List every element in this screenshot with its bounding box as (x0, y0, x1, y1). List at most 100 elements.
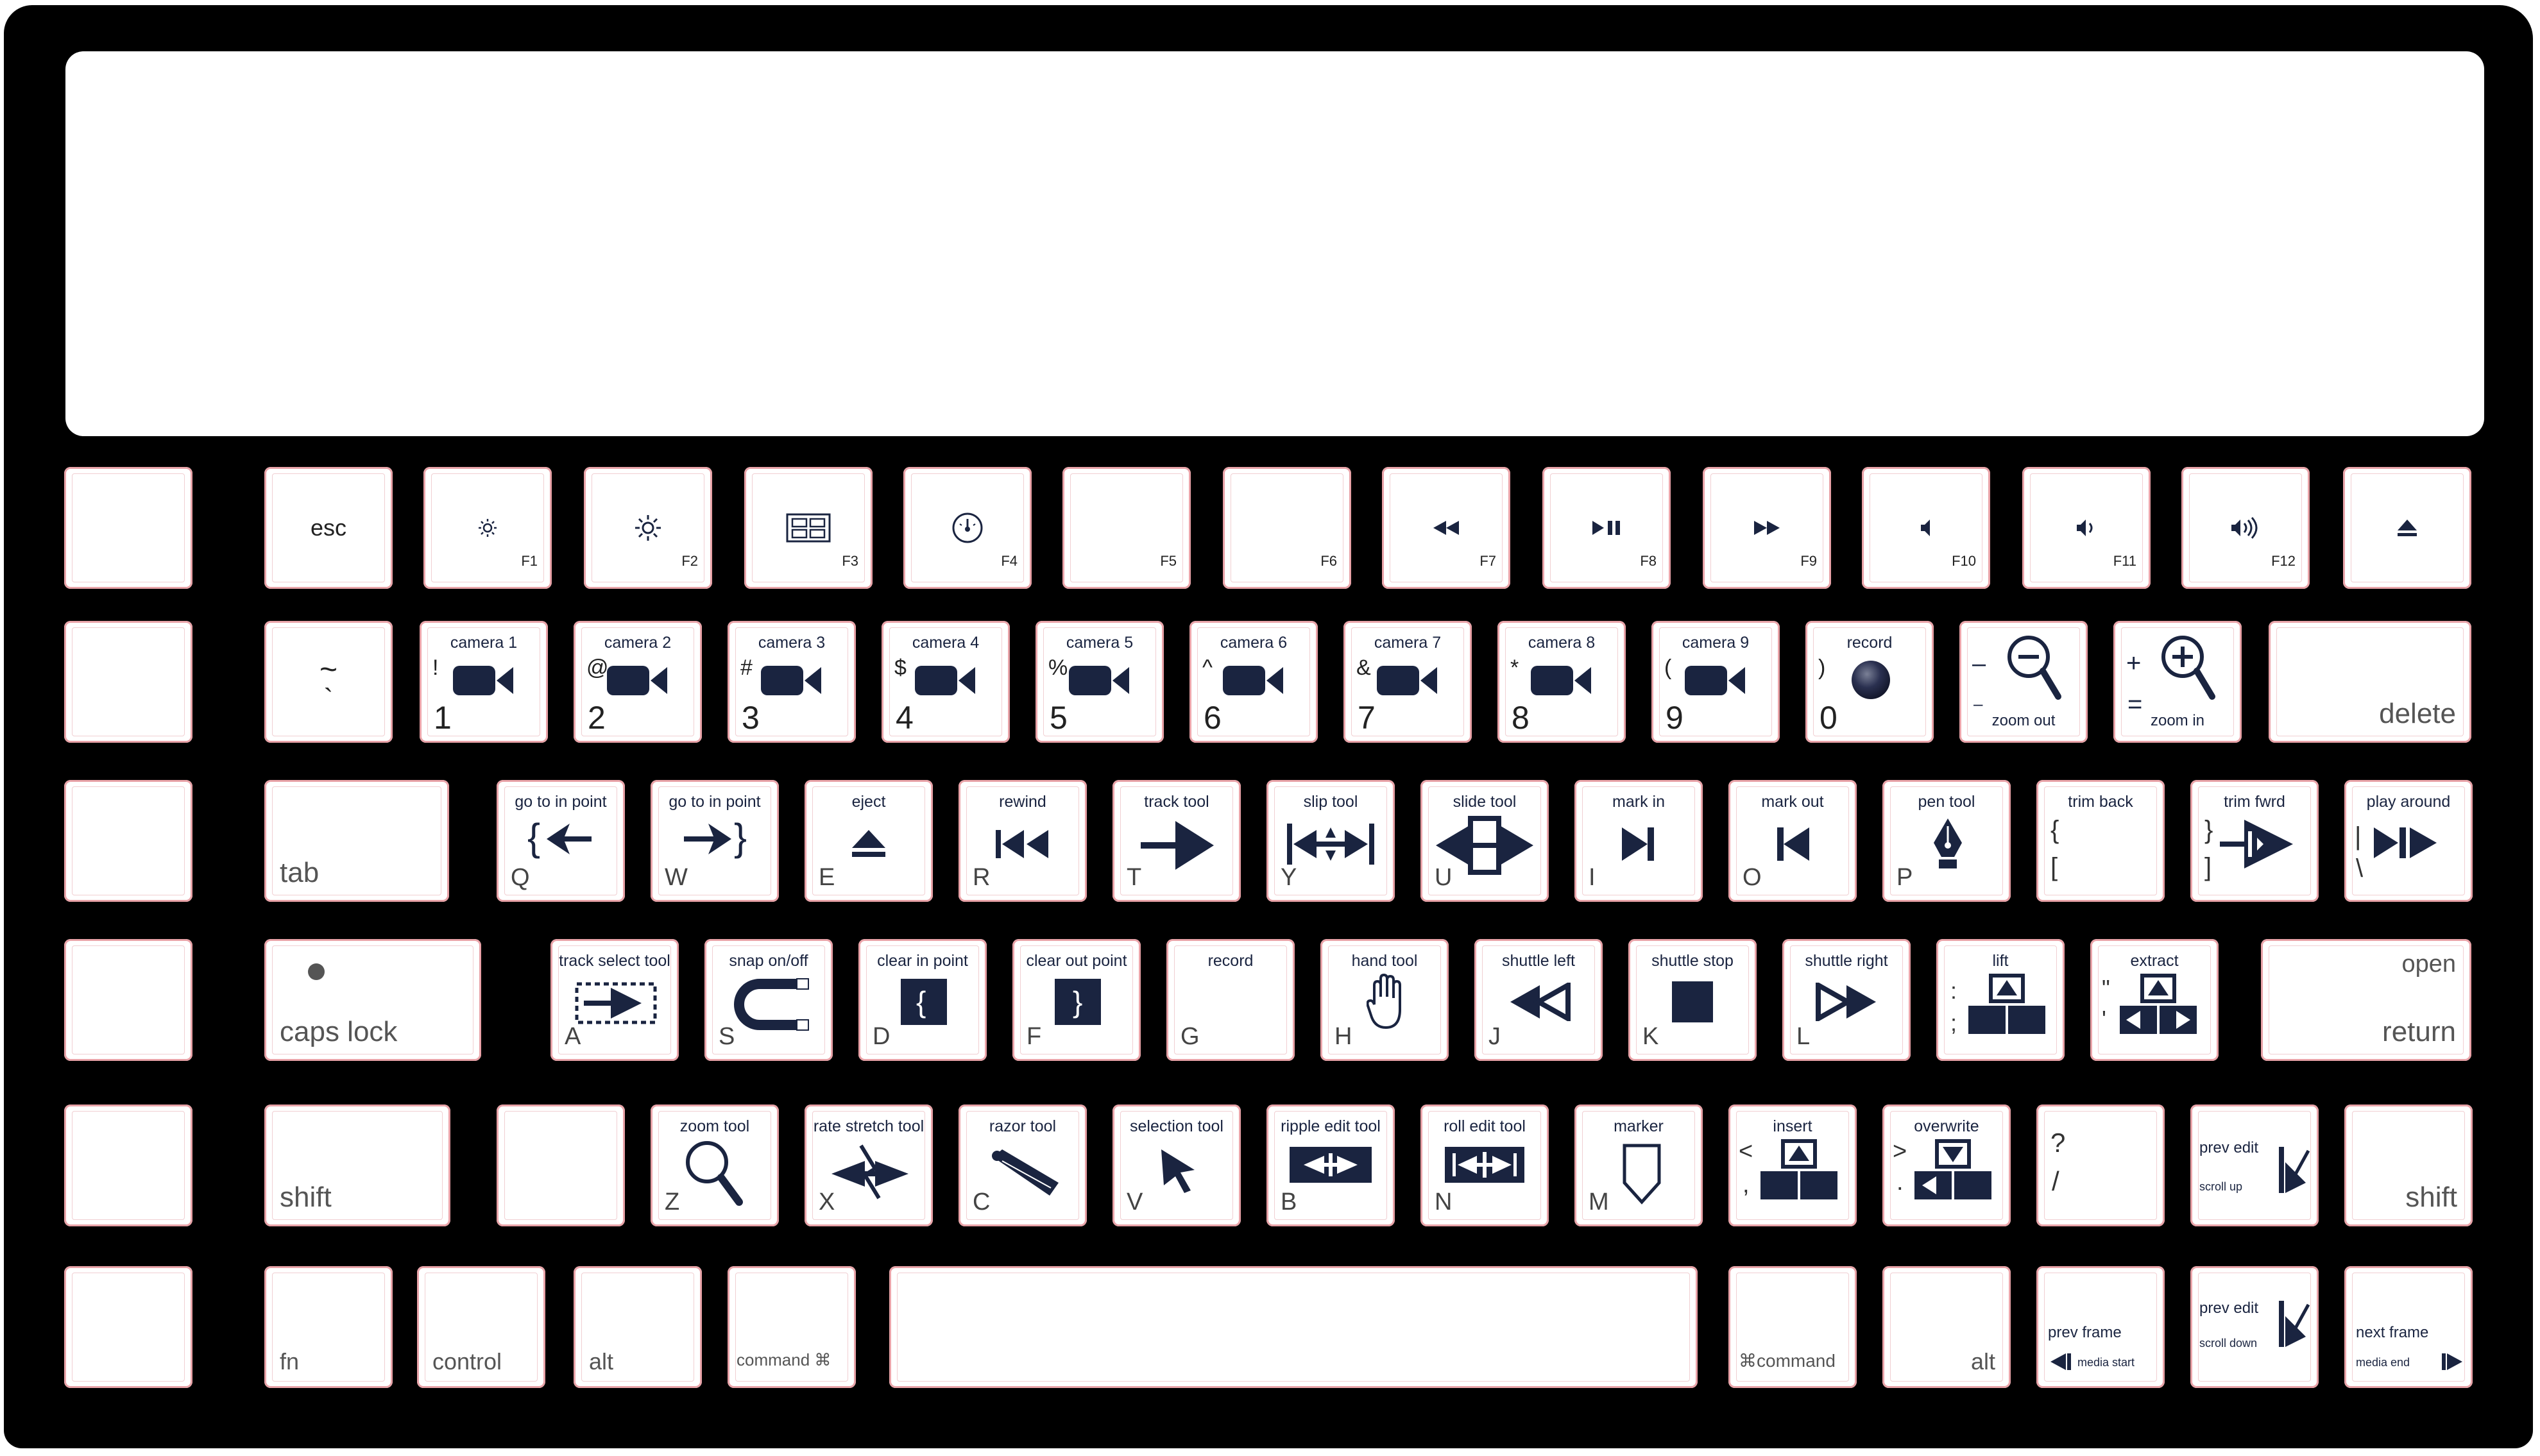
tab-key[interactable]: tab (264, 780, 449, 902)
e-key[interactable]: eject E (805, 780, 933, 902)
t-function-label: track tool (1144, 793, 1209, 811)
w-key[interactable]: go to in point } W (651, 780, 779, 902)
f6-label: F6 (1320, 553, 1337, 569)
blank-key-row6[interactable] (64, 1266, 192, 1388)
n-key[interactable]: roll edit tool N (1420, 1105, 1549, 1226)
f11-key[interactable]: F11 (2022, 467, 2151, 589)
blank-key-row4[interactable] (64, 939, 192, 1061)
f5-key[interactable]: F5 (1062, 467, 1191, 589)
camera-4-key[interactable]: camera 4 $4 (882, 621, 1010, 743)
slash-key[interactable]: ? / (2036, 1105, 2165, 1226)
b-key[interactable]: ripple edit tool B (1266, 1105, 1395, 1226)
record-key[interactable]: record) 0 (1805, 621, 1934, 743)
prev-frame-key[interactable]: prev frame media start (2036, 1266, 2165, 1388)
blank-key-row3[interactable] (64, 780, 192, 902)
fn-key[interactable]: fn (264, 1266, 393, 1388)
y-key[interactable]: slip tool Y (1266, 780, 1395, 902)
quote-key[interactable]: extract " ' (2090, 939, 2219, 1061)
prev-edit-up-key[interactable]: prev edit scroll up (2190, 1105, 2319, 1226)
camera-7-key[interactable]: camera 7 & 7 (1343, 621, 1472, 743)
u-key[interactable]: slide tool U (1420, 780, 1549, 902)
alt-right-key[interactable]: alt (1882, 1266, 2011, 1388)
f4-key[interactable]: F4 (903, 467, 1032, 589)
f1-key[interactable]: F1 (423, 467, 552, 589)
f6-key[interactable]: F6 (1223, 467, 1351, 589)
camera-9-key[interactable]: camera 9 (9 (1651, 621, 1780, 743)
f9-key[interactable]: F9 (1703, 467, 1831, 589)
x-key[interactable]: rate stretch tool X (805, 1105, 933, 1226)
h-function-label: hand tool (1351, 952, 1418, 970)
delete-key[interactable]: delete (2269, 621, 2471, 743)
j-key[interactable]: shuttle left J (1474, 939, 1603, 1061)
h-key[interactable]: hand tool H (1320, 939, 1449, 1061)
camera-2-key[interactable]: camera 2 @2 (574, 621, 702, 743)
pipe-label: | (2355, 822, 2362, 851)
trim-forward-icon (2219, 818, 2296, 870)
o-key[interactable]: mark out O (1728, 780, 1857, 902)
camera-3-key[interactable]: camera 3 #3 (728, 621, 856, 743)
f7-key[interactable]: F7 (1382, 467, 1510, 589)
camera-5-key[interactable]: camera 5% 5 (1036, 621, 1164, 743)
spacebar[interactable] (889, 1266, 1698, 1388)
c-key[interactable]: razor tool C (959, 1105, 1087, 1226)
alt-right-label: alt (1970, 1348, 1995, 1375)
t-key[interactable]: track tool T (1112, 780, 1241, 902)
bracket-right-key[interactable]: trim fwrd } ] (2190, 780, 2319, 902)
k-key[interactable]: shuttle stop K (1628, 939, 1757, 1061)
camera-6-key[interactable]: camera 6 ^ 6 (1189, 621, 1318, 743)
command-left-key[interactable]: command ⌘ (728, 1266, 856, 1388)
a-key[interactable]: track select tool A (550, 939, 679, 1061)
m-letter: M (1589, 1189, 1609, 1215)
prev-edit-down-key[interactable]: prev edit scroll down (2190, 1266, 2319, 1388)
esc-key[interactable]: esc (264, 467, 393, 589)
s-key[interactable]: snap on/off S (704, 939, 833, 1061)
semicolon-key[interactable]: lift : ; (1936, 939, 2065, 1061)
blank-key-row2[interactable] (64, 621, 192, 743)
return-key[interactable]: open return (2261, 939, 2471, 1061)
shift-symbol: $ (894, 656, 907, 680)
i-key[interactable]: mark in I (1574, 780, 1703, 902)
r-key[interactable]: rewind R (959, 780, 1087, 902)
plus-key[interactable]: + = zoom in (2113, 621, 2242, 743)
f10-key[interactable]: F10 (1862, 467, 1990, 589)
f8-key[interactable]: F8 (1542, 467, 1671, 589)
period-key[interactable]: overwrite > . (1882, 1105, 2011, 1226)
blank-key-row1[interactable] (64, 467, 192, 589)
f2-key[interactable]: F2 (584, 467, 712, 589)
camera-1-key[interactable]: camera 1! 1 (420, 621, 548, 743)
command-right-key[interactable]: ⌘command (1728, 1266, 1857, 1388)
tilde-key[interactable]: ~ ` (264, 621, 393, 743)
q-key[interactable]: go to in point { Q (497, 780, 625, 902)
shuttle-left-icon (1509, 983, 1571, 1021)
l-key[interactable]: shuttle right L (1782, 939, 1911, 1061)
next-frame-key[interactable]: next frame media end (2344, 1266, 2473, 1388)
m-key[interactable]: marker M (1574, 1105, 1703, 1226)
blank-key-row5[interactable] (64, 1105, 192, 1226)
dashboard-icon (951, 511, 984, 545)
backslash-key[interactable]: play around | \ (2344, 780, 2473, 902)
extract-icon (2118, 972, 2198, 1035)
comma-key[interactable]: insert < , (1728, 1105, 1857, 1226)
z-letter: Z (665, 1189, 680, 1215)
digit-label: 1 (434, 700, 452, 736)
d-key[interactable]: clear in point { D (858, 939, 987, 1061)
alt-left-key[interactable]: alt (574, 1266, 702, 1388)
blank-key-bottom[interactable] (497, 1105, 625, 1226)
bracket-left-key[interactable]: trim back { [ (2036, 780, 2165, 902)
f-key[interactable]: clear out point } F (1012, 939, 1141, 1061)
f3-key[interactable]: F3 (744, 467, 873, 589)
control-key[interactable]: control (417, 1266, 545, 1388)
tilde-label: ~ (319, 652, 338, 687)
v-key[interactable]: selection tool V (1112, 1105, 1241, 1226)
minus-key[interactable]: – – zoom out (1959, 621, 2088, 743)
z-key[interactable]: zoom tool Z (651, 1105, 779, 1226)
caps-lock-key[interactable]: caps lock (264, 939, 481, 1061)
g-key[interactable]: record G (1166, 939, 1295, 1061)
p-key[interactable]: pen tool P (1882, 780, 2011, 902)
shift-left-key[interactable]: shift (264, 1105, 450, 1226)
f12-key[interactable]: F12 (2181, 467, 2310, 589)
shift-right-key[interactable]: shift (2344, 1105, 2473, 1226)
eject-key[interactable] (2343, 467, 2471, 589)
digit-label: 6 (1204, 700, 1222, 736)
camera-8-key[interactable]: camera 8 * 8 (1497, 621, 1626, 743)
